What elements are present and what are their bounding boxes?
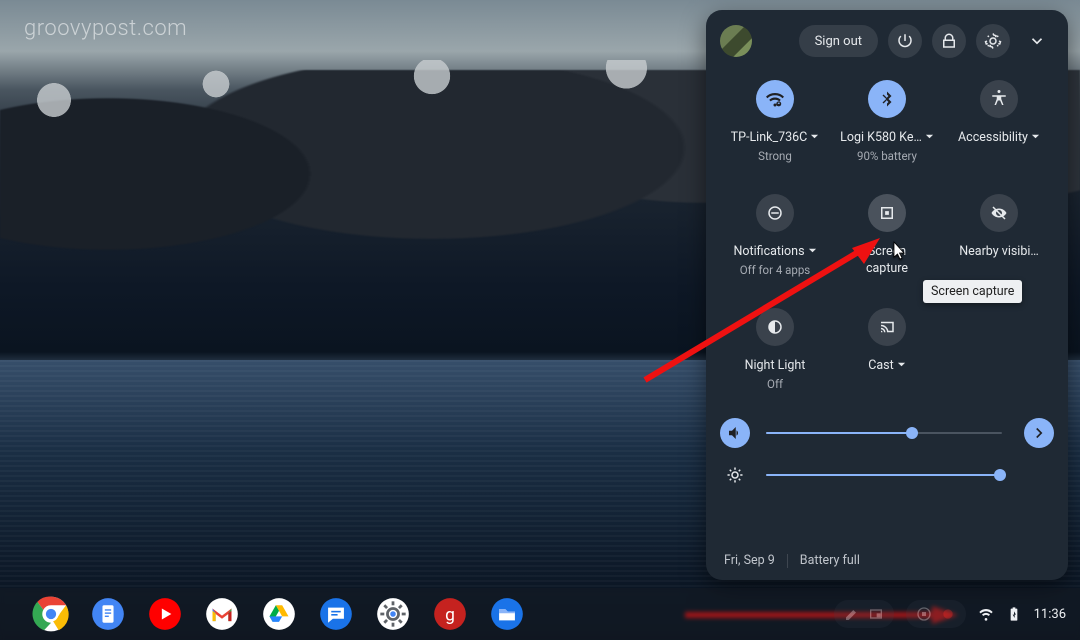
tile-empty	[944, 300, 1054, 408]
letter-g-icon: g	[431, 595, 469, 633]
power-button[interactable]	[888, 24, 922, 58]
volume-button[interactable]	[720, 418, 750, 448]
audio-settings-button[interactable]	[1024, 418, 1054, 448]
tray-clock: 11:36	[1034, 607, 1066, 622]
watermark-text: groovypost.com	[24, 16, 187, 41]
settings-icon	[374, 595, 412, 633]
tile-notifications-label: Notifications	[733, 244, 816, 259]
app-chrome[interactable]	[32, 595, 70, 633]
tray-wifi-icon	[978, 606, 994, 622]
quick-settings-panel: Sign out TP-Link_736C Strong Logi K580 K…	[706, 10, 1068, 580]
tile-night-light-sub: Off	[767, 377, 783, 391]
tile-screen-capture[interactable]: Screen capture	[832, 186, 942, 294]
svg-text:g: g	[445, 605, 455, 625]
drive-icon	[260, 595, 298, 633]
tile-night-light-label: Night Light	[745, 358, 806, 373]
app-docs[interactable]	[89, 595, 127, 633]
night-light-icon	[766, 318, 784, 336]
chevron-right-icon	[1030, 424, 1048, 442]
shelf-apps: g	[32, 595, 526, 633]
tile-cast-label: Cast	[868, 358, 905, 373]
sliders-section	[720, 412, 1054, 496]
chevron-down-icon	[1031, 130, 1040, 145]
quick-tiles-grid: TP-Link_736C Strong Logi K580 Ke… 90% ba…	[720, 72, 1054, 408]
volume-icon	[726, 424, 744, 442]
chevron-down-icon	[897, 358, 906, 373]
brightness-slider[interactable]	[766, 474, 1002, 476]
messages-icon	[317, 595, 355, 633]
screen-capture-icon	[878, 204, 896, 222]
panel-header: Sign out	[720, 24, 1054, 58]
volume-row	[720, 412, 1054, 454]
brightness-icon	[726, 466, 744, 484]
tile-bluetooth[interactable]: Logi K580 Ke… 90% battery	[832, 72, 942, 180]
collapse-button[interactable]	[1020, 24, 1054, 58]
record-icon	[940, 606, 956, 622]
app-messages[interactable]	[317, 595, 355, 633]
power-icon	[896, 32, 914, 50]
volume-slider[interactable]	[766, 432, 1002, 434]
user-avatar[interactable]	[720, 25, 752, 57]
app-drive[interactable]	[260, 595, 298, 633]
tile-night-light[interactable]: Night Light Off	[720, 300, 830, 408]
sign-out-button[interactable]: Sign out	[799, 25, 878, 57]
chevron-down-icon	[1028, 32, 1046, 50]
tray-stop-rec[interactable]	[906, 600, 966, 628]
tile-cast[interactable]: Cast	[832, 300, 942, 408]
do-not-disturb-icon	[766, 204, 784, 222]
cast-icon	[878, 318, 896, 336]
files-icon	[488, 595, 526, 633]
visibility-off-icon	[990, 204, 1008, 222]
chevron-down-icon	[810, 130, 819, 145]
brightness-row	[720, 454, 1054, 496]
tray-battery-icon	[1006, 606, 1022, 622]
bluetooth-icon	[878, 90, 896, 108]
tile-screen-capture-label2: capture	[866, 261, 908, 276]
tile-nearby-label: Nearby visibi…	[959, 244, 1039, 259]
accessibility-icon	[990, 90, 1008, 108]
panel-footer: Fri, Sep 9 Battery full	[720, 547, 1054, 570]
chrome-icon	[32, 595, 70, 633]
app-files[interactable]	[488, 595, 526, 633]
app-gmail[interactable]	[203, 595, 241, 633]
shelf: g 11:36	[0, 588, 1080, 640]
pin-window-icon	[868, 606, 884, 622]
tile-wifi-sub: Strong	[758, 149, 792, 163]
pen-icon	[844, 606, 860, 622]
gmail-icon	[203, 595, 241, 633]
tile-notifications[interactable]: Notifications Off for 4 apps	[720, 186, 830, 294]
tile-nearby-visibility[interactable]: Nearby visibi…	[944, 186, 1054, 294]
app-settings[interactable]	[374, 595, 412, 633]
footer-divider	[787, 554, 788, 568]
lock-icon	[940, 32, 958, 50]
brightness-button[interactable]	[720, 460, 750, 490]
tile-bluetooth-sub: 90% battery	[857, 149, 917, 163]
chevron-down-icon	[808, 244, 817, 259]
stop-icon	[916, 606, 932, 622]
chevron-down-icon	[925, 130, 934, 145]
app-custom-g[interactable]: g	[431, 595, 469, 633]
tile-notifications-sub: Off for 4 apps	[740, 263, 811, 277]
system-tray[interactable]: 11:36	[834, 600, 1066, 628]
footer-battery: Battery full	[800, 553, 860, 568]
footer-date: Fri, Sep 9	[724, 553, 775, 568]
tray-pen-pin[interactable]	[834, 600, 894, 628]
tile-screen-capture-label1: Screen	[868, 244, 906, 259]
tile-accessibility[interactable]: Accessibility	[944, 72, 1054, 180]
tile-wifi-label: TP-Link_736C	[731, 130, 820, 145]
tile-bluetooth-label: Logi K580 Ke…	[840, 130, 934, 145]
wifi-icon	[766, 90, 784, 108]
gear-icon	[984, 32, 1002, 50]
app-youtube[interactable]	[146, 595, 184, 633]
lock-button[interactable]	[932, 24, 966, 58]
tile-wifi[interactable]: TP-Link_736C Strong	[720, 72, 830, 180]
tile-accessibility-label: Accessibility	[958, 130, 1040, 145]
youtube-icon	[146, 595, 184, 633]
settings-button[interactable]	[976, 24, 1010, 58]
docs-icon	[89, 595, 127, 633]
